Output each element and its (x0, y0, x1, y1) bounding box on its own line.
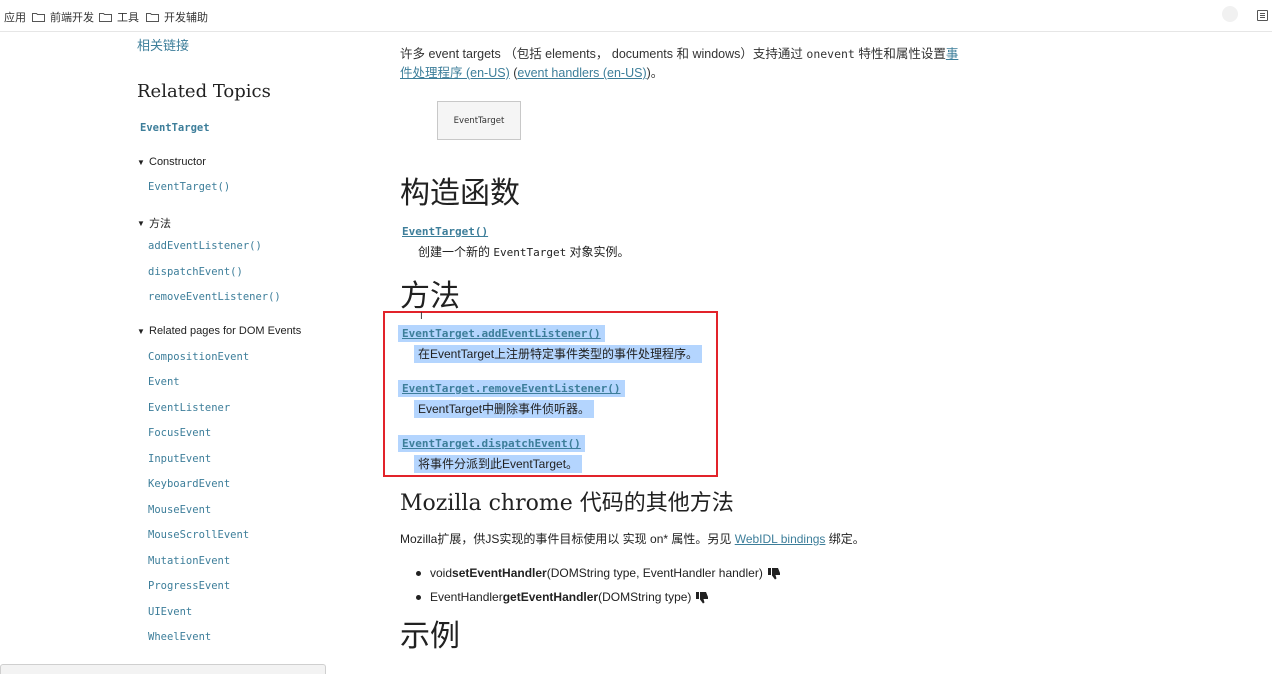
item-text: (DOMString type, EventHandler handler) (546, 566, 763, 580)
sidebar-item-focusevent[interactable]: FocusEvent (148, 427, 211, 439)
bookmark-frontend-dev[interactable]: 前端开发 (32, 9, 94, 25)
sidebar-group-dom-events[interactable]: ▼ Related pages for DOM Events (137, 325, 301, 337)
method-dispatchevent-link[interactable]: EventTarget.dispatchEvent() (398, 435, 585, 452)
item-method: setEventHandler (452, 566, 547, 580)
intro-text: )。 (646, 66, 664, 80)
main-content: 许多 event targets （包括 elements， documents… (383, 32, 1270, 672)
sidebar-item-removeeventlistener[interactable]: removeEventListener() (148, 291, 281, 303)
sidebar-item-addeventlistener[interactable]: addEventListener() (148, 240, 262, 252)
mozilla-methods-heading: Mozilla chrome 代码的其他方法 (400, 491, 734, 516)
inheritance-diagram[interactable]: EventTarget (437, 101, 521, 140)
method-removeeventlistener-link[interactable]: EventTarget.removeEventListener() (398, 380, 625, 397)
profile-icon[interactable] (1222, 6, 1238, 22)
item-method: getEventHandler (502, 590, 599, 604)
bookmark-label: 开发辅助 (164, 12, 208, 24)
triangle-down-icon: ▼ (137, 157, 145, 167)
bookmarks-bar: 应用 前端开发 工具 开发辅助 (0, 0, 1272, 32)
sidebar-item-event[interactable]: Event (148, 376, 180, 388)
desc-text: 创建一个新的 (418, 245, 494, 259)
intro-code: onevent (806, 47, 855, 61)
constructor-heading: 构造函数 (400, 176, 520, 211)
sidebar-item-mutationevent[interactable]: MutationEvent (148, 555, 230, 567)
diagram-label: EventTarget (453, 115, 505, 126)
sidebar-item-keyboardevent[interactable]: KeyboardEvent (148, 478, 230, 490)
para-text: Mozilla扩展，供JS实现的事件目标使用以 实现 on* 属性。另见 (400, 532, 735, 546)
bookmark-label: 前端开发 (50, 12, 94, 24)
desc-text: 对象实例。 (566, 245, 630, 259)
sidebar-item-uievent[interactable]: UIEvent (148, 606, 192, 618)
thumbs-down-icon (767, 567, 780, 579)
folder-icon (146, 13, 159, 22)
reading-list-icon[interactable] (1257, 10, 1268, 21)
bookmark-tools[interactable]: 工具 (99, 9, 139, 25)
item-text: EventHandler (430, 590, 503, 604)
text-cursor-icon: I (420, 311, 423, 322)
intro-paragraph: 许多 event targets （包括 elements， documents… (400, 45, 970, 83)
methods-heading: 方法 (400, 279, 460, 314)
sidebar: 相关链接 Related Topics EventTarget ▼ Constr… (0, 32, 360, 672)
sidebar-item-inputevent[interactable]: InputEvent (148, 453, 211, 465)
sidebar-item-mousescrollevent[interactable]: MouseScrollEvent (148, 529, 249, 541)
intro-text: 许多 event targets （包括 elements， documents… (400, 47, 807, 61)
folder-icon (32, 13, 45, 22)
bookmark-label: 工具 (117, 12, 139, 24)
list-item: EventHandler getEventHandler (DOMString … (416, 590, 709, 604)
sidebar-item-eventtarget-constructor[interactable]: EventTarget() (148, 181, 230, 193)
sidebar-group-methods[interactable]: ▼ 方法 (137, 215, 171, 231)
related-topics-heading: Related Topics (137, 81, 271, 102)
method-name: EventTarget.removeEventListener() (398, 380, 625, 397)
method-description: EventTarget中删除事件侦听器。 (414, 400, 595, 418)
sidebar-item-progressevent[interactable]: ProgressEvent (148, 580, 230, 592)
constructor-description: 创建一个新的 EventTarget 对象实例。 (418, 243, 630, 260)
desc-code: EventTarget (493, 246, 567, 259)
sidebar-item-mouseevent[interactable]: MouseEvent (148, 504, 211, 516)
intro-text: 特性和属性设置 (854, 47, 946, 61)
sidebar-item-wheelevent[interactable]: WheelEvent (148, 631, 211, 643)
desc-text: 在EventTarget上注册特定事件类型的事件处理程序。 (414, 345, 703, 363)
group-title: Constructor (149, 156, 206, 168)
method-name: EventTarget.dispatchEvent() (398, 435, 585, 452)
para-text: 绑定。 (825, 532, 865, 546)
mozilla-paragraph: Mozilla扩展，供JS实现的事件目标使用以 实现 on* 属性。另见 Web… (400, 530, 865, 547)
link-status-bar (0, 664, 326, 674)
method-description: 将事件分派到此EventTarget。 (414, 455, 583, 473)
list-item: void setEventHandler (DOMString type, Ev… (416, 566, 781, 580)
method-name: EventTarget.addEventListener() (398, 325, 605, 342)
thumbs-down-icon (696, 591, 709, 603)
triangle-down-icon: ▼ (137, 218, 145, 228)
desc-text: 将事件分派到此EventTarget。 (414, 455, 583, 473)
eventtarget-constructor-link[interactable]: EventTarget() (402, 225, 488, 238)
sidebar-item-eventlistener[interactable]: EventListener (148, 402, 230, 414)
group-title: 方法 (149, 218, 171, 230)
item-text: (DOMString type) (598, 590, 692, 604)
folder-icon (99, 13, 112, 22)
bookmark-label: 应用 (4, 12, 26, 24)
examples-heading: 示例 (400, 619, 460, 654)
sidebar-item-compositionevent[interactable]: CompositionEvent (148, 351, 249, 363)
bullet-icon (416, 594, 421, 600)
sidebar-item-eventtarget[interactable]: EventTarget (140, 122, 210, 134)
item-text: void (430, 566, 453, 580)
triangle-down-icon: ▼ (137, 326, 145, 336)
method-description: 在EventTarget上注册特定事件类型的事件处理程序。 (414, 345, 703, 363)
webidl-bindings-link[interactable]: WebIDL bindings (735, 532, 826, 546)
bullet-icon (416, 570, 421, 576)
method-addeventlistener-link[interactable]: EventTarget.addEventListener() (398, 325, 605, 342)
event-handlers-en-link[interactable]: event handlers (en-US) (517, 66, 646, 80)
bookmark-apps[interactable]: 应用 (4, 9, 26, 25)
desc-text: EventTarget中删除事件侦听器。 (414, 400, 595, 418)
sidebar-group-constructor[interactable]: ▼ Constructor (137, 156, 206, 168)
sidebar-item-dispatchevent[interactable]: dispatchEvent() (148, 266, 243, 278)
bookmark-dev-assist[interactable]: 开发辅助 (146, 9, 208, 25)
group-title: Related pages for DOM Events (149, 325, 302, 337)
related-links-link[interactable]: 相关链接 (137, 35, 189, 54)
